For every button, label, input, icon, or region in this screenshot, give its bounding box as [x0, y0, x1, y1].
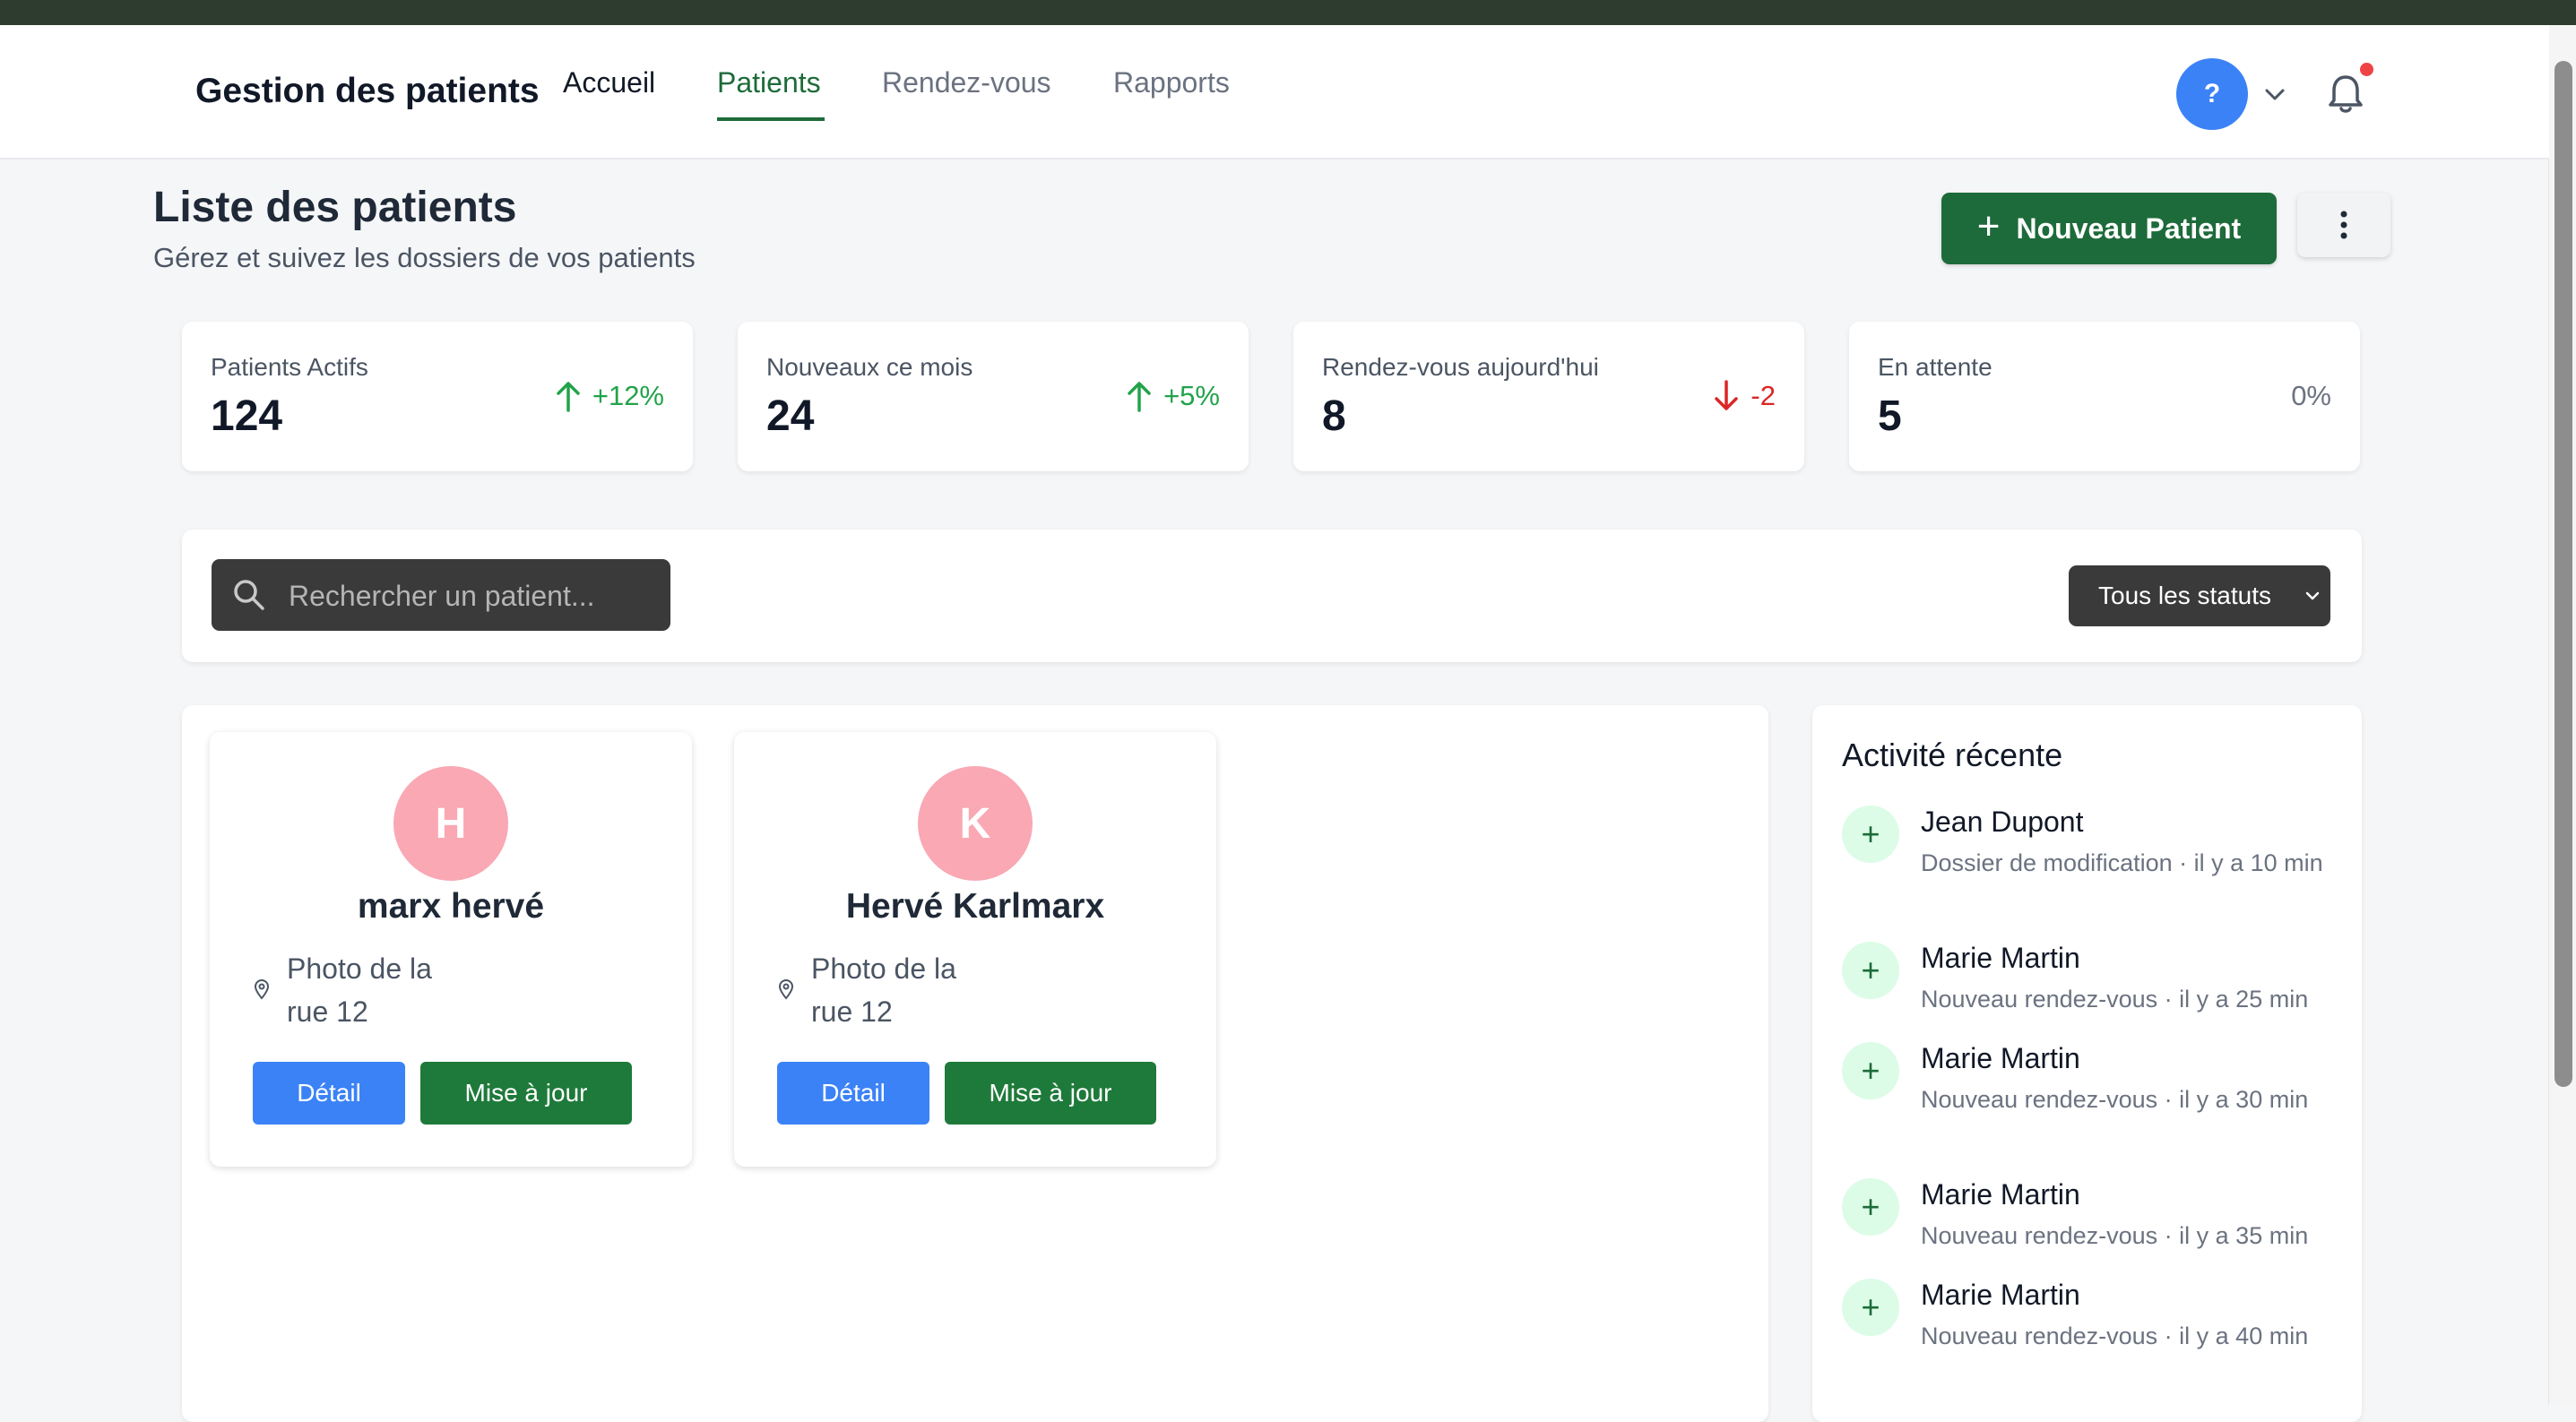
location-pin-icon [254, 979, 270, 1000]
page-title: Liste des patients [153, 184, 517, 231]
plus-icon: + [1842, 1279, 1899, 1336]
kebab-menu-icon [2340, 211, 2347, 239]
notification-dot [2360, 63, 2373, 76]
more-options-button[interactable] [2297, 193, 2390, 257]
chevron-down-icon[interactable] [2261, 81, 2288, 108]
new-patient-button[interactable]: + Nouveau Patient [1941, 193, 2277, 264]
stat-trend: -2 [1713, 380, 1776, 412]
stat-trend-value: -2 [1750, 380, 1776, 411]
patient-address: Photo de la rue 12 [287, 947, 466, 1033]
plus-icon: + [1842, 942, 1899, 999]
patient-card: H marx hervé Photo de la rue 12 Détail M… [210, 732, 692, 1167]
nav-patients[interactable]: Patients [717, 66, 821, 99]
app-brand: Gestion des patients [195, 72, 540, 110]
filter-bar: Tous les statuts [182, 530, 2362, 662]
activity-name: Marie Martin [1921, 942, 2080, 974]
activity-desc: Dossier de modification · il y a 10 min [1921, 849, 2323, 876]
location-pin-icon [778, 979, 794, 1000]
stat-label: En attente [1878, 353, 1993, 381]
patient-avatar: K [918, 766, 1033, 881]
stat-card-pending: En attente 5 0% [1849, 322, 2360, 471]
plus-icon: + [1842, 1178, 1899, 1236]
status-filter-select[interactable]: Tous les statuts [2069, 565, 2330, 626]
stat-label: Rendez-vous aujourd'hui [1322, 353, 1599, 381]
browser-top-strip [0, 0, 2576, 25]
stat-trend-value: +12% [592, 380, 664, 411]
activity-desc: Nouveau rendez-vous · il y a 40 min [1921, 1323, 2309, 1349]
activity-name: Marie Martin [1921, 1178, 2080, 1211]
bell-icon[interactable] [2327, 72, 2364, 116]
stat-trend: +5% [1126, 380, 1220, 412]
stat-trend-value: +5% [1163, 380, 1220, 411]
page-scrollbar[interactable] [2548, 25, 2576, 1405]
stat-label: Patients Actifs [211, 353, 368, 381]
update-button[interactable]: Mise à jour [420, 1062, 632, 1125]
activity-name: Marie Martin [1921, 1042, 2080, 1074]
patient-name: marx hervé [357, 887, 545, 926]
search-input[interactable] [287, 559, 658, 633]
stat-card-active: Patients Actifs 124 +12% [182, 322, 693, 471]
new-patient-label: Nouveau Patient [2016, 211, 2242, 245]
top-header: Gestion des patients Accueil Patients Re… [0, 25, 2549, 159]
stat-value: 24 [766, 392, 815, 440]
address-line: rue 12 [811, 995, 893, 1028]
detail-button[interactable]: Détail [253, 1062, 405, 1125]
address-line: Photo de la [811, 952, 956, 985]
page-subtitle: Gérez et suivez les dossiers de vos pati… [153, 242, 696, 273]
plus-icon: + [1976, 204, 2001, 248]
nav-accueil[interactable]: Accueil [563, 66, 655, 99]
stat-label: Nouveaux ce mois [766, 353, 973, 381]
search-icon [234, 580, 264, 610]
activity-name: Marie Martin [1921, 1279, 2080, 1311]
activity-desc: Nouveau rendez-vous · il y a 25 min [1921, 986, 2309, 1013]
plus-icon: + [1842, 1042, 1899, 1099]
patient-card: K Hervé Karlmarx Photo de la rue 12 Déta… [734, 732, 1216, 1167]
arrow-down-icon [1715, 380, 1739, 410]
scrollbar-thumb[interactable] [2554, 61, 2572, 1087]
address-line: rue 12 [287, 995, 368, 1028]
patient-name: Hervé Karlmarx [845, 887, 1105, 926]
chevron-down-icon [2305, 591, 2320, 600]
activity-name: Jean Dupont [1921, 806, 2084, 838]
nav-rendez-vous[interactable]: Rendez-vous [882, 66, 1051, 99]
arrow-up-icon [1128, 382, 1151, 412]
recent-activity-panel: Activité récente + Jean Dupont Dossier d… [1812, 705, 2362, 1422]
stat-value: 124 [211, 392, 283, 440]
activity-desc: Nouveau rendez-vous · il y a 35 min [1921, 1222, 2309, 1249]
address-line: Photo de la [287, 952, 432, 985]
activity-title: Activité récente [1842, 737, 2063, 773]
stat-trend-value: 0% [2291, 380, 2331, 411]
activity-desc: Nouveau rendez-vous · il y a 30 min [1921, 1086, 2309, 1113]
user-avatar-button[interactable]: ? [2176, 58, 2248, 130]
arrow-up-icon [557, 382, 580, 412]
stat-value: 8 [1322, 392, 1346, 440]
stat-trend: 0% [2291, 380, 2331, 412]
plus-icon: + [1842, 806, 1899, 863]
patients-panel: H marx hervé Photo de la rue 12 Détail M… [182, 705, 1768, 1422]
nav-active-indicator [717, 117, 825, 121]
update-button[interactable]: Mise à jour [945, 1062, 1156, 1125]
stat-trend: +12% [555, 380, 664, 412]
stat-value: 5 [1878, 392, 1902, 440]
patient-avatar: H [393, 766, 508, 881]
search-box[interactable] [212, 559, 670, 633]
nav-rapports[interactable]: Rapports [1113, 66, 1230, 99]
stat-card-new: Nouveaux ce mois 24 +5% [738, 322, 1249, 471]
stat-card-appointments: Rendez-vous aujourd'hui 8 -2 [1293, 322, 1804, 471]
patient-address: Photo de la rue 12 [811, 947, 990, 1033]
status-filter-value: Tous les statuts [2098, 582, 2271, 609]
detail-button[interactable]: Détail [777, 1062, 929, 1125]
